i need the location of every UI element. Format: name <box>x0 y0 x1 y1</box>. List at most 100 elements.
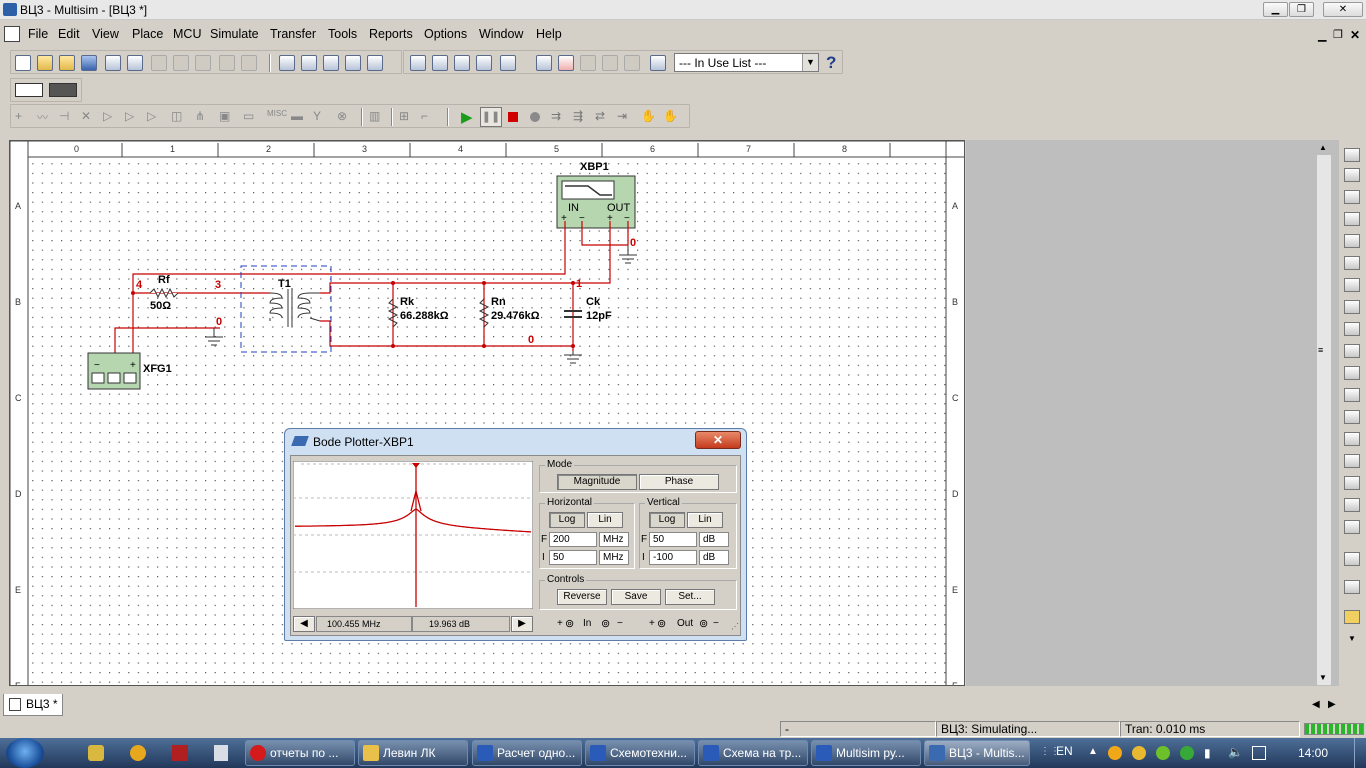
analog-icon[interactable]: ▷ <box>103 109 119 125</box>
function-generator-icon[interactable] <box>1344 168 1360 182</box>
vertical-scrollbar[interactable]: ▲ ≡ ▼ <box>1317 143 1331 685</box>
tray-app-icon[interactable] <box>1132 746 1146 760</box>
pause-icon[interactable]: ❚❚ <box>480 107 502 127</box>
backannotate-icon[interactable] <box>602 55 618 71</box>
advanced-periph-icon[interactable]: ▬ <box>291 109 307 125</box>
task-levin[interactable]: Левин ЛК <box>358 740 468 766</box>
region-icon[interactable] <box>580 55 596 71</box>
electromech-icon[interactable]: ⊗ <box>337 109 353 125</box>
cursor-right-button[interactable]: ▶ <box>511 616 533 632</box>
phase-button[interactable]: Phase <box>639 474 719 490</box>
in-minus-terminal-icon[interactable]: ⊚ <box>601 617 610 630</box>
volume-icon[interactable]: 🔈 <box>1228 745 1243 759</box>
action-center-icon[interactable] <box>1252 746 1266 760</box>
cut-icon[interactable] <box>151 55 167 71</box>
menu-simulate[interactable]: Simulate <box>210 27 259 41</box>
horizontal-final-input[interactable]: 200 <box>549 532 597 547</box>
save-button[interactable]: Save <box>611 589 661 605</box>
copy-icon[interactable] <box>173 55 189 71</box>
magnitude-button[interactable]: Magnitude <box>557 474 637 490</box>
bode-plotter-icon[interactable] <box>1344 256 1360 270</box>
print-icon[interactable] <box>105 55 121 71</box>
tab-vc3[interactable]: ВЦ3 * <box>3 694 63 716</box>
indicator-icon[interactable]: ▣ <box>219 109 235 125</box>
show-desktop-button[interactable] <box>1354 738 1366 768</box>
horizontal-initial-input[interactable]: 50 <box>549 550 597 565</box>
chevron-down-icon[interactable]: ▼ <box>802 54 818 71</box>
minimize-button[interactable]: ▁ <box>1263 2 1288 17</box>
basic-icon[interactable]: 〰 <box>37 109 53 125</box>
task-vc3-multisim[interactable]: ВЦ3 - Multis... <box>924 740 1030 766</box>
frequency-counter-icon[interactable] <box>1344 278 1360 292</box>
zoom-in-icon[interactable] <box>301 55 317 71</box>
reverse-button[interactable]: Reverse <box>557 589 607 605</box>
new-icon[interactable] <box>15 55 31 71</box>
menu-edit[interactable]: Edit <box>58 27 80 41</box>
save-icon[interactable] <box>81 55 97 71</box>
redo-icon[interactable] <box>241 55 257 71</box>
tray-green-icon[interactable] <box>1156 746 1170 760</box>
quicklaunch-3-icon[interactable] <box>172 745 188 761</box>
step-out-icon[interactable]: ⇥ <box>617 109 633 125</box>
vertical-log-button[interactable]: Log <box>649 512 685 528</box>
task-otchety[interactable]: отчеты по ... <box>245 740 355 766</box>
menu-mcu[interactable]: MCU <box>173 27 201 41</box>
print-preview-icon[interactable] <box>127 55 143 71</box>
vertical-final-input[interactable]: 50 <box>649 532 697 547</box>
spreadsheet-icon[interactable] <box>432 55 448 71</box>
labview-icon[interactable] <box>1344 580 1360 594</box>
horizontal-log-button[interactable]: Log <box>549 512 585 528</box>
paste-icon[interactable] <box>195 55 211 71</box>
run-icon[interactable]: ▶ <box>461 108 473 126</box>
clock[interactable]: 14:00 <box>1298 746 1328 760</box>
database-icon[interactable] <box>454 55 470 71</box>
erc-icon[interactable] <box>558 55 574 71</box>
task-skhemotekhnika[interactable]: Схемотехни... <box>585 740 695 766</box>
postprocessor-icon[interactable] <box>536 55 552 71</box>
menu-view[interactable]: View <box>92 27 119 41</box>
tray-info-icon[interactable] <box>1180 746 1194 760</box>
schematic-view-icon[interactable] <box>15 83 43 97</box>
network-analyzer-icon[interactable] <box>1344 432 1360 446</box>
zoom-fit-icon[interactable] <box>367 55 383 71</box>
tray-expand-icon[interactable]: ▲ <box>1088 746 1098 757</box>
cmos-icon[interactable]: ▷ <box>147 109 163 125</box>
rf-icon[interactable]: Y <box>313 109 329 125</box>
menu-transfer[interactable]: Transfer <box>270 27 316 41</box>
word-generator-icon[interactable] <box>1344 300 1360 314</box>
current-probe-icon[interactable] <box>1344 610 1360 624</box>
cursor-left-button[interactable]: ◀ <box>293 616 315 632</box>
transistor-icon[interactable]: ✕ <box>81 109 97 125</box>
network-icon[interactable]: ▮ <box>1204 746 1211 760</box>
ttl-icon[interactable]: ▷ <box>125 109 141 125</box>
scroll-down-icon[interactable]: ▼ <box>1319 673 1327 682</box>
wattmeter-icon[interactable] <box>1344 190 1360 204</box>
menu-window[interactable]: Window <box>479 27 523 41</box>
agilent-scope-icon[interactable] <box>1344 498 1360 512</box>
mdi-minimize-icon[interactable]: ▁ <box>1318 29 1326 42</box>
step-icon[interactable]: ⇉ <box>551 109 567 125</box>
power-icon[interactable]: ▭ <box>243 109 259 125</box>
quicklaunch-2-icon[interactable] <box>130 745 146 761</box>
logic-converter-icon[interactable] <box>1344 344 1360 358</box>
fullscreen-icon[interactable] <box>279 55 295 71</box>
menu-tools[interactable]: Tools <box>328 27 357 41</box>
scroll-thumb-icon[interactable]: ≡ <box>1318 345 1323 355</box>
document-icon[interactable] <box>4 26 20 42</box>
mdi-restore-icon[interactable]: ❐ <box>1333 28 1343 41</box>
stop-icon[interactable] <box>508 112 518 122</box>
bode-close-button[interactable]: ✕ <box>695 431 741 449</box>
set-button[interactable]: Set... <box>665 589 715 605</box>
mixed-icon[interactable]: ⋔ <box>195 109 211 125</box>
undo-icon[interactable] <box>219 55 235 71</box>
diode-icon[interactable]: ⊣ <box>59 109 75 125</box>
quicklaunch-4-icon[interactable] <box>214 745 228 761</box>
component-wizard-icon[interactable] <box>476 55 492 71</box>
vertical-lin-button[interactable]: Lin <box>687 512 723 528</box>
tab-scroll-right-icon[interactable]: ▶ <box>1328 699 1336 710</box>
scroll-up-icon[interactable]: ▲ <box>1319 143 1327 152</box>
mdi-close-icon[interactable]: ✕ <box>1350 28 1360 42</box>
close-button[interactable]: ✕ <box>1323 2 1363 17</box>
menu-file[interactable]: File <box>28 27 48 41</box>
misc-digital-icon[interactable]: ◫ <box>171 109 187 125</box>
